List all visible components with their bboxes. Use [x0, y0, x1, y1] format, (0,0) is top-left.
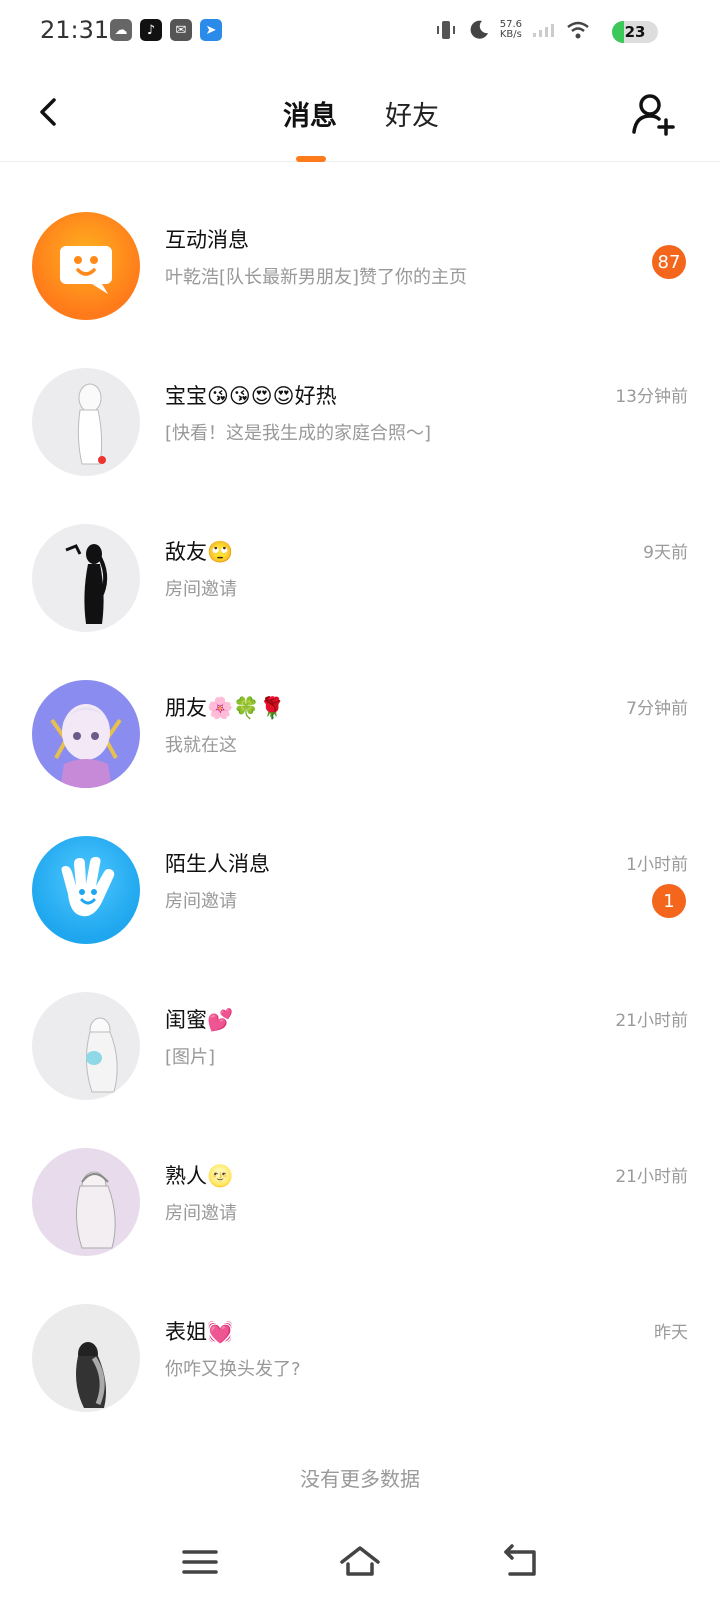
avatar — [32, 680, 140, 788]
unread-badge: 1 — [652, 884, 686, 918]
list-item-preview: 房间邀请 — [165, 579, 237, 600]
list-item[interactable]: 朋友🌸🍀🌹 我就在这 7分钟前 — [0, 658, 720, 814]
list-item-preview: [图片] — [165, 1047, 216, 1068]
message-list: 互动消息 叶乾浩[队长最新男朋友]赞了你的主页 87 宝宝😘😘😍😍好热 [快看！… — [0, 190, 720, 1438]
list-item-preview: 叶乾浩[队长最新男朋友]赞了你的主页 — [165, 267, 468, 288]
add-friend-icon[interactable] — [630, 90, 678, 138]
back-nav-icon[interactable] — [498, 1540, 542, 1584]
mail-icon: ✉ — [170, 19, 192, 41]
net-speed-unit: KB/s — [499, 29, 522, 40]
system-nav-bar — [0, 1520, 720, 1600]
battery-indicator: 23 — [612, 21, 658, 43]
list-item-name: 表姐💓 — [165, 1320, 234, 1344]
list-item[interactable]: 宝宝😘😘😍😍好热 [快看！这是我生成的家庭合照～] 13分钟前 — [0, 346, 720, 502]
avatar — [32, 992, 140, 1100]
cloud-icon: ☁ — [110, 19, 132, 41]
list-item-name: 闺蜜💕 — [165, 1008, 234, 1032]
list-item-time: 9天前 — [643, 543, 688, 563]
list-item-name: 敌友🙄 — [165, 540, 234, 564]
list-item-preview: 我就在这 — [165, 735, 237, 756]
home-icon[interactable] — [338, 1540, 382, 1584]
tab-messages[interactable]: 消息 — [283, 94, 337, 133]
moon-icon — [470, 20, 488, 39]
list-item[interactable]: 敌友🙄 房间邀请 9天前 — [0, 502, 720, 658]
battery-level: 23 — [624, 23, 646, 41]
list-item-name: 熟人🌝 — [165, 1164, 234, 1188]
list-item-preview: [快看！这是我生成的家庭合照～] — [165, 423, 432, 444]
notification-icons: ☁ ♪ ✉ ➤ — [110, 19, 222, 41]
list-item-time: 13分钟前 — [615, 387, 688, 407]
menu-icon[interactable] — [178, 1540, 222, 1584]
send-icon: ➤ — [200, 19, 222, 41]
list-item-time: 1小时前 — [626, 855, 688, 875]
list-item-name: 互动消息 — [165, 228, 249, 252]
list-item-time: 7分钟前 — [626, 699, 688, 719]
no-more-data: 没有更多数据 — [300, 1467, 420, 1491]
unread-badge: 87 — [652, 245, 686, 279]
list-item-name: 陌生人消息 — [165, 852, 270, 876]
list-item-name: 宝宝😘😘😍😍好热 — [165, 384, 337, 408]
avatar — [32, 524, 140, 632]
list-item-time: 21小时前 — [615, 1167, 688, 1187]
list-item[interactable]: 闺蜜💕 [图片] 21小时前 — [0, 970, 720, 1126]
avatar — [32, 1148, 140, 1256]
vibrate-icon — [436, 21, 455, 39]
list-item[interactable]: 熟人🌝 房间邀请 21小时前 — [0, 1126, 720, 1282]
list-item-preview: 房间邀请 — [165, 891, 237, 912]
back-icon[interactable] — [32, 92, 72, 132]
wifi-icon — [567, 21, 589, 39]
net-speed: 57.6 KB/s — [500, 20, 522, 40]
list-item[interactable]: 表姐💓 你咋又换头发了? 昨天 — [0, 1282, 720, 1438]
list-item-preview: 你咋又换头发了? — [165, 1359, 301, 1380]
avatar — [32, 1304, 140, 1412]
signal-icon — [533, 24, 554, 37]
tab-friends[interactable]: 好友 — [385, 94, 439, 133]
list-item[interactable]: 互动消息 叶乾浩[队长最新男朋友]赞了你的主页 87 — [0, 190, 720, 346]
list-item-time: 21小时前 — [615, 1011, 688, 1031]
status-indicators: 57.6 KB/s — [434, 18, 590, 42]
list-item[interactable]: 陌生人消息 房间邀请 1小时前 1 — [0, 814, 720, 970]
list-item-name: 朋友🌸🍀🌹 — [165, 696, 286, 720]
tiktok-icon: ♪ — [140, 19, 162, 41]
list-item-time: 昨天 — [654, 1323, 688, 1343]
stranger-hand-icon — [32, 836, 140, 944]
header: 消息 好友 — [0, 66, 720, 162]
interaction-avatar-icon — [32, 212, 140, 320]
list-item-preview: 房间邀请 — [165, 1203, 237, 1224]
avatar — [32, 368, 140, 476]
status-bar: 21:31 ☁ ♪ ✉ ➤ 57.6 KB/s 23 — [0, 0, 720, 66]
active-tab-indicator — [296, 156, 326, 162]
status-time: 21:31 — [40, 16, 110, 44]
